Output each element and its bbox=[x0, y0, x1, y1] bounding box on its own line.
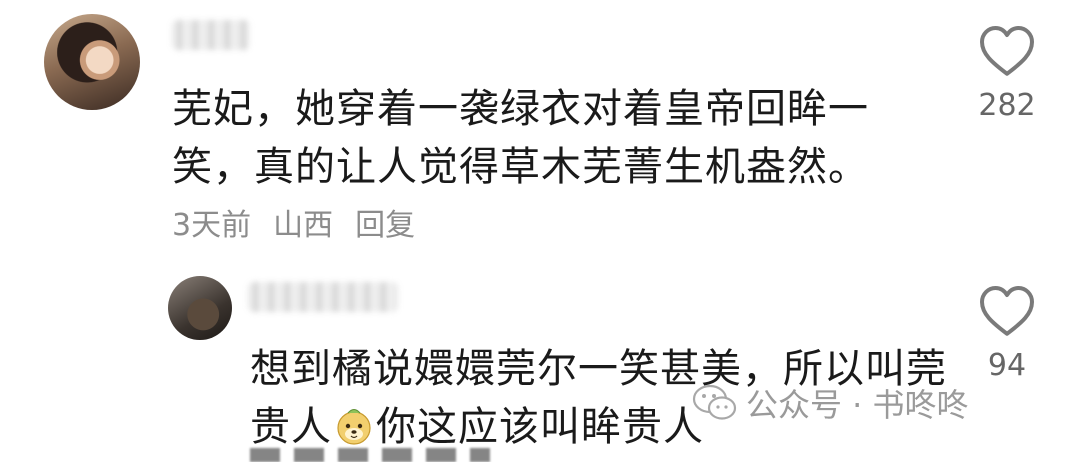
comment-text: 芜妃，她穿着一袭绿衣对着皇帝回眸一笑，真的让人觉得草木芜菁生机盎然。 bbox=[172, 86, 869, 190]
like-count: 282 bbox=[978, 88, 1036, 123]
comment-location: 山西 bbox=[273, 208, 334, 243]
wechat-icon bbox=[692, 384, 737, 420]
comment-text-part: 你这应该叫眸贵人 bbox=[376, 404, 704, 450]
comment-meta: 3天前 山西 回复 bbox=[172, 200, 415, 244]
heart-icon[interactable] bbox=[977, 282, 1037, 338]
like-button[interactable]: 94 bbox=[972, 282, 1042, 383]
dog-face-emoji bbox=[337, 409, 371, 445]
avatar[interactable] bbox=[168, 276, 232, 340]
username-blurred[interactable] bbox=[172, 20, 250, 50]
reply-button[interactable]: 回复 bbox=[355, 200, 415, 244]
comment-time: 3天前 bbox=[172, 208, 252, 243]
heart-icon[interactable] bbox=[977, 22, 1037, 78]
like-count: 94 bbox=[987, 348, 1027, 383]
watermark-label: 公众号 · 书咚咚 bbox=[746, 386, 969, 424]
like-button[interactable]: 282 bbox=[972, 22, 1042, 123]
avatar[interactable] bbox=[44, 14, 140, 110]
watermark: 公众号 · 书咚咚 bbox=[692, 380, 969, 426]
username-blurred[interactable] bbox=[248, 282, 398, 312]
